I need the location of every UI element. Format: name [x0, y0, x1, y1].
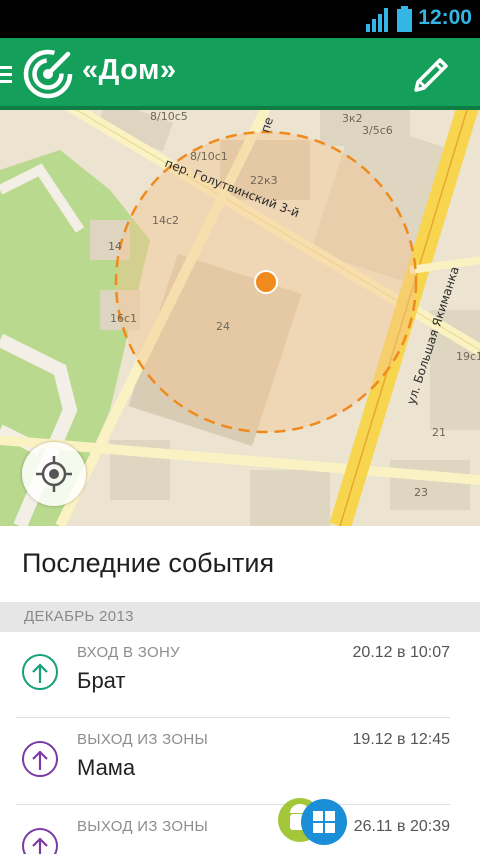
zone-enter-icon: [22, 654, 58, 690]
platform-badges[interactable]: [276, 798, 350, 848]
building-label: 14с2: [152, 214, 180, 227]
arrow-up-icon: [32, 750, 48, 770]
row-divider: [16, 717, 450, 718]
building-label: 3к2: [342, 112, 363, 125]
events-heading: Последние события: [22, 548, 275, 578]
crosshair-icon: [36, 456, 72, 492]
building-label: 21: [432, 426, 446, 439]
event-person: Брат: [77, 668, 126, 693]
building-label: 24: [216, 320, 230, 333]
zone-exit-icon: [22, 828, 58, 854]
event-row[interactable]: ВЫХОД ИЗ ЗОНЫ 26.11 в 20:39: [0, 806, 480, 854]
windows-icon[interactable]: [301, 799, 347, 845]
building-label: 14: [108, 240, 122, 253]
event-time: 19.12 в 12:45: [352, 731, 450, 748]
status-time: 12:00: [418, 6, 472, 29]
building-label: 19с1: [456, 350, 480, 363]
battery-icon: [397, 6, 412, 32]
building-label: 8/10с5: [150, 110, 188, 123]
building-label: 23: [414, 486, 428, 499]
section-label: ДЕКАБРЬ 2013: [24, 608, 134, 625]
events-panel: Последние события ДЕКАБРЬ 2013 ВХОД В ЗО…: [0, 526, 480, 854]
building-label: 22к3: [250, 174, 278, 187]
signal-icon: [366, 8, 388, 32]
arrow-up-icon: [32, 663, 48, 683]
event-time: 20.12 в 10:07: [352, 644, 450, 661]
event-type: ВХОД В ЗОНУ: [77, 644, 180, 661]
event-person: Мама: [77, 755, 136, 780]
building-label: 8/10с1: [190, 150, 228, 163]
menu-icon[interactable]: [0, 64, 12, 84]
event-time: 26.11 в 20:39: [353, 818, 450, 835]
arrow-up-icon: [32, 837, 48, 854]
map-view[interactable]: 8/10с5 8/10с1 3к2 3/5с6 22к3 14с2 14 24 …: [0, 110, 480, 526]
building-label: 16с1: [110, 312, 138, 325]
pencil-edit-icon[interactable]: [410, 52, 454, 96]
event-row[interactable]: ВХОД В ЗОНУ Брат 20.12 в 10:07: [0, 632, 480, 718]
app-bar: «Дом»: [0, 38, 480, 110]
building-label: 3/5с6: [362, 124, 393, 137]
event-type: ВЫХОД ИЗ ЗОНЫ: [77, 731, 209, 748]
radar-logo-icon[interactable]: [22, 48, 74, 100]
section-header: ДЕКАБРЬ 2013: [0, 602, 480, 632]
page-title: «Дом»: [82, 54, 177, 86]
event-type: ВЫХОД ИЗ ЗОНЫ: [77, 818, 209, 835]
zone-exit-icon: [22, 741, 58, 777]
event-row[interactable]: ВЫХОД ИЗ ЗОНЫ Мама 19.12 в 12:45: [0, 719, 480, 805]
status-bar: 12:00: [0, 0, 480, 38]
row-divider: [16, 804, 450, 805]
my-location-button[interactable]: [22, 442, 86, 506]
